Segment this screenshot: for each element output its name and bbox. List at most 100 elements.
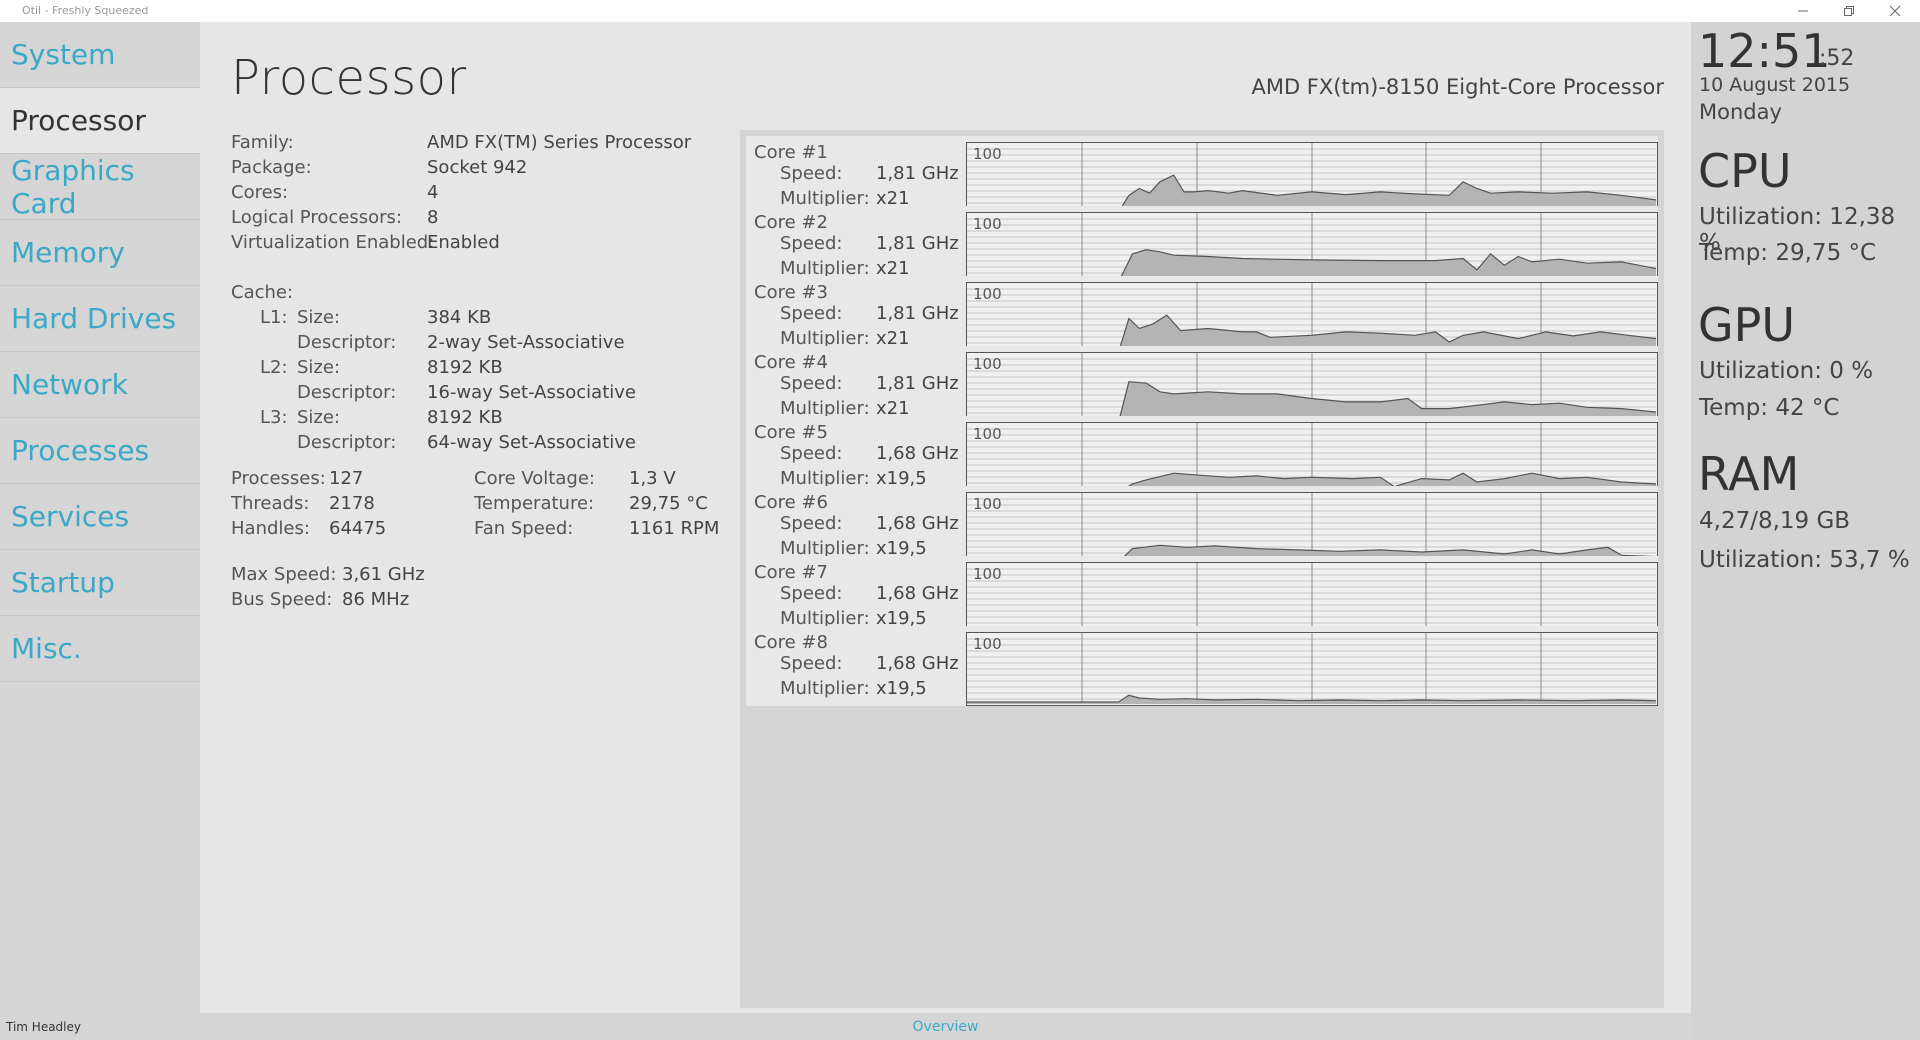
cache-l1-size: 384 KB	[427, 307, 492, 328]
threads-label: Threads:	[231, 493, 310, 514]
core-row: Core #8 Speed: 1,68 GHz Multiplier: x19,5 100	[746, 626, 1658, 706]
sidebar-item-network[interactable]: Network	[0, 352, 200, 418]
processes-label: Processes:	[231, 468, 326, 489]
core-speed-label: Speed:	[780, 513, 843, 534]
core-load-graph: 100	[966, 352, 1658, 426]
graph-max-label: 100	[973, 565, 1002, 583]
graph-max-label: 100	[973, 355, 1002, 373]
cache-l2-size: 8192 KB	[427, 357, 503, 378]
graph-max-label: 100	[973, 425, 1002, 443]
sidebar-item-startup[interactable]: Startup	[0, 550, 200, 616]
core-speed-label: Speed:	[780, 303, 843, 324]
gpu-temp: Temp: 42 °C	[1699, 395, 1840, 421]
core-load-graph: 100	[966, 282, 1658, 356]
core-speed-value: 1,68 GHz	[876, 513, 959, 534]
sidebar-item-services[interactable]: Services	[0, 484, 200, 550]
sidebar-item-system[interactable]: System	[0, 22, 200, 88]
core-load-graph: 100	[966, 492, 1658, 566]
family-value: AMD FX(TM) Series Processor	[427, 132, 692, 153]
core-name: Core #4	[754, 352, 828, 373]
core-name: Core #5	[754, 422, 828, 443]
max-speed-label: Max Speed:	[231, 564, 337, 585]
sidebar-item-processes[interactable]: Processes	[0, 418, 200, 484]
core-row: Core #5 Speed: 1,68 GHz Multiplier: x19,5 100	[746, 416, 1658, 496]
logical-processors-value: 8	[427, 207, 439, 228]
logical-processors-label: Logical Processors:	[231, 207, 402, 228]
core-row: Core #6 Speed: 1,68 GHz Multiplier: x19,5 100	[746, 486, 1658, 566]
cache-l2-size-label: Size:	[297, 357, 341, 378]
sidebar-item-misc[interactable]: Misc.	[0, 616, 200, 682]
cache-l2-descriptor: 16-way Set-Associative	[427, 382, 636, 403]
virtualization-value: Enabled	[427, 232, 500, 253]
core-multiplier-label: Multiplier:	[780, 678, 870, 699]
package-label: Package:	[231, 157, 312, 178]
close-icon	[1889, 5, 1901, 17]
core-speed-value: 1,81 GHz	[876, 373, 959, 394]
core-speed-value: 1,68 GHz	[876, 443, 959, 464]
cache-l3-size: 8192 KB	[427, 407, 503, 428]
cache-l3-size-label: Size:	[297, 407, 341, 428]
core-name: Core #2	[754, 212, 828, 233]
graph-max-label: 100	[973, 635, 1002, 653]
core-load-graph: 100	[966, 142, 1658, 216]
cores-panel: Core #1 Speed: 1,81 GHz Multiplier: x21 100 Co…	[740, 130, 1664, 1008]
cpu-model-name: AMD FX(tm)-8150 Eight-Core Processor	[1251, 75, 1664, 99]
ram-usage: 4,27/8,19 GB	[1699, 508, 1851, 534]
user-name: Tim Headley	[6, 1020, 81, 1034]
core-row: Core #7 Speed: 1,68 GHz Multiplier: x19,5 100	[746, 556, 1658, 636]
cores-value: 4	[427, 182, 439, 203]
core-speed-value: 1,81 GHz	[876, 233, 959, 254]
threads-value: 2178	[329, 493, 375, 514]
sidebar-item-memory[interactable]: Memory	[0, 220, 200, 286]
summary-panel: 12:51 :52 10 August 2015 Monday CPU Util…	[1691, 22, 1920, 1040]
processes-value: 127	[329, 468, 364, 489]
graph-max-label: 100	[973, 495, 1002, 513]
core-row: Core #1 Speed: 1,81 GHz Multiplier: x21 100	[746, 136, 1658, 216]
core-load-graph: 100	[966, 632, 1658, 706]
bus-speed-label: Bus Speed:	[231, 589, 333, 610]
close-button[interactable]	[1872, 0, 1918, 22]
core-speed-value: 1,81 GHz	[876, 163, 959, 184]
cache-l2-label: L2:	[260, 357, 288, 378]
handles-label: Handles:	[231, 518, 310, 539]
core-speed-label: Speed:	[780, 583, 843, 604]
clock-weekday: Monday	[1699, 100, 1782, 124]
sidebar-item-graphics-card[interactable]: Graphics Card	[0, 154, 200, 220]
status-bar: Overview	[200, 1013, 1691, 1040]
cache-title: Cache:	[231, 282, 294, 303]
core-speed-value: 1,68 GHz	[876, 653, 959, 674]
minimize-button[interactable]	[1780, 0, 1826, 22]
cache-l1-descriptor: 2-way Set-Associative	[427, 332, 625, 353]
core-name: Core #6	[754, 492, 828, 513]
page-title: Processor	[231, 50, 467, 106]
core-row: Core #2 Speed: 1,81 GHz Multiplier: x21 100	[746, 206, 1658, 286]
core-speed-label: Speed:	[780, 653, 843, 674]
graph-max-label: 100	[973, 215, 1002, 233]
clock-date: 10 August 2015	[1699, 74, 1851, 96]
main-content: Processor AMD FX(tm)-8150 Eight-Core Pro…	[200, 22, 1691, 1013]
core-voltage-value: 1,3 V	[629, 468, 676, 489]
window-title: Otil - Freshly Squeezed	[22, 4, 149, 17]
core-load-graph: 100	[966, 212, 1658, 286]
restore-button[interactable]	[1826, 0, 1872, 22]
sidebar-item-processor[interactable]: Processor	[0, 88, 200, 154]
cache-l3-descriptor-label: Descriptor:	[297, 432, 397, 453]
core-name: Core #3	[754, 282, 828, 303]
cache-l2-descriptor-label: Descriptor:	[297, 382, 397, 403]
family-label: Family:	[231, 132, 294, 153]
clock-time: 12:51	[1698, 24, 1831, 78]
overview-link[interactable]: Overview	[913, 1019, 979, 1035]
cpu-heading: CPU	[1698, 144, 1792, 198]
minimize-icon	[1798, 10, 1808, 12]
core-name: Core #8	[754, 632, 828, 653]
processor-info: Family: AMD FX(TM) Series Processor Pack…	[231, 130, 731, 650]
core-name: Core #1	[754, 142, 828, 163]
core-row: Core #3 Speed: 1,81 GHz Multiplier: x21 100	[746, 276, 1658, 356]
core-load-graph: 100	[966, 562, 1658, 636]
core-voltage-label: Core Voltage:	[474, 468, 595, 489]
ram-utilization: Utilization: 53,7 %	[1699, 547, 1910, 573]
temperature-value: 29,75 °C	[629, 493, 708, 514]
cache-l1-size-label: Size:	[297, 307, 341, 328]
sidebar-item-hard-drives[interactable]: Hard Drives	[0, 286, 200, 352]
gpu-utilization: Utilization: 0 %	[1699, 358, 1874, 384]
